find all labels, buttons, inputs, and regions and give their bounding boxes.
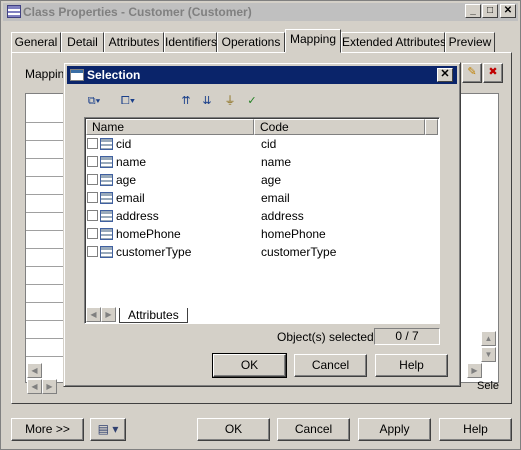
attribute-icon bbox=[100, 228, 113, 240]
tab-attributes[interactable]: Attributes bbox=[104, 32, 164, 53]
move-down-icon[interactable]: ⇊ bbox=[199, 93, 215, 109]
objects-selected-count: 0 / 7 bbox=[374, 328, 440, 345]
row-checkbox[interactable] bbox=[87, 228, 98, 239]
grid-line bbox=[26, 266, 66, 267]
tab-detail[interactable]: Detail bbox=[61, 32, 104, 53]
sheet-first-arrow[interactable]: ◀ bbox=[27, 379, 42, 394]
list-item[interactable]: address address bbox=[87, 207, 427, 225]
row-checkbox[interactable] bbox=[87, 246, 98, 257]
dialog-cancel-button[interactable]: Cancel bbox=[294, 354, 367, 377]
grid-line bbox=[26, 140, 66, 141]
grid-line bbox=[26, 122, 66, 123]
scroll-up-arrow[interactable]: ▲ bbox=[481, 331, 496, 346]
window-close-button[interactable]: ✕ bbox=[500, 4, 516, 18]
attribute-icon bbox=[100, 210, 113, 222]
scroll-left-arrow[interactable]: ◀ bbox=[27, 363, 42, 378]
dialog-titlebar: Selection ✕ bbox=[67, 66, 457, 84]
sheet-scroll-right-arrow[interactable]: ▶ bbox=[101, 307, 116, 322]
dialog-close-button[interactable]: ✕ bbox=[437, 68, 453, 82]
scroll-right-arrow[interactable]: ▶ bbox=[467, 363, 482, 378]
minimize-button[interactable]: _ bbox=[465, 4, 481, 18]
grid-line bbox=[26, 338, 66, 339]
printer-icon: ▤ ▾ bbox=[97, 422, 119, 436]
list-item[interactable]: homePhone homePhone bbox=[87, 225, 427, 243]
grid-line bbox=[26, 230, 66, 231]
more-button[interactable]: More >> bbox=[11, 418, 84, 441]
grid-line bbox=[26, 302, 66, 303]
column-header-name[interactable]: Name bbox=[86, 119, 254, 135]
column-header-code[interactable]: Code bbox=[254, 119, 425, 135]
window-titlebar: Class Properties - Customer (Customer) bbox=[3, 3, 518, 21]
properties-icon[interactable]: ✎ bbox=[462, 63, 482, 83]
attribute-icon bbox=[100, 156, 113, 168]
attributes-sheet-tab[interactable]: Attributes bbox=[119, 308, 188, 323]
delete-mapping-icon[interactable]: ✖ bbox=[483, 63, 503, 83]
ok-button[interactable]: OK bbox=[197, 418, 270, 441]
attribute-icon bbox=[100, 246, 113, 258]
grid-line bbox=[26, 320, 66, 321]
row-checkbox[interactable] bbox=[87, 192, 98, 203]
grid-line bbox=[26, 158, 66, 159]
attribute-icon bbox=[100, 192, 113, 204]
grid-line bbox=[26, 248, 66, 249]
grid-line bbox=[26, 212, 66, 213]
move-up-icon[interactable]: ⇈ bbox=[178, 93, 194, 109]
list-item[interactable]: name name bbox=[87, 153, 427, 171]
sheet-scroll-left-arrow[interactable]: ◀ bbox=[86, 307, 101, 322]
print-menu-button[interactable]: ▤ ▾ bbox=[90, 418, 126, 441]
grid-line bbox=[26, 356, 66, 357]
row-checkbox[interactable] bbox=[87, 156, 98, 167]
deselect-all-icon[interactable]: ⧠▾ bbox=[120, 93, 136, 109]
list-item[interactable]: age age bbox=[87, 171, 427, 189]
tab-operations[interactable]: Operations bbox=[217, 32, 285, 53]
filter-icon[interactable]: ⏚ bbox=[222, 93, 238, 109]
attribute-icon bbox=[100, 138, 113, 150]
help-button[interactable]: Help bbox=[439, 418, 512, 441]
grid-line bbox=[26, 194, 66, 195]
grid-line bbox=[26, 176, 66, 177]
window-icon bbox=[70, 69, 84, 81]
dialog-title: Selection bbox=[87, 68, 141, 82]
tab-preview[interactable]: Preview bbox=[445, 32, 495, 53]
row-checkbox[interactable] bbox=[87, 138, 98, 149]
window-title: Class Properties - Customer (Customer) bbox=[23, 5, 252, 19]
maximize-button[interactable]: □ bbox=[482, 4, 498, 18]
selection-sheet-tab[interactable]: Sele bbox=[477, 380, 499, 392]
list-item[interactable]: customerType customerType bbox=[87, 243, 427, 261]
row-checkbox[interactable] bbox=[87, 174, 98, 185]
check-filter-icon[interactable]: ✓ bbox=[244, 93, 260, 109]
sheet-next-arrow[interactable]: ▶ bbox=[42, 379, 57, 394]
tab-extended-attributes[interactable]: Extended Attributes bbox=[341, 32, 446, 53]
row-checkbox[interactable] bbox=[87, 210, 98, 221]
list-item[interactable]: email email bbox=[87, 189, 427, 207]
cancel-button[interactable]: Cancel bbox=[277, 418, 350, 441]
class-icon bbox=[7, 5, 21, 18]
dialog-help-button[interactable]: Help bbox=[375, 354, 448, 377]
tab-mapping[interactable]: Mapping bbox=[285, 29, 341, 53]
dialog-ok-button[interactable]: OK bbox=[212, 353, 287, 378]
list-item[interactable]: cid cid bbox=[87, 135, 427, 153]
objects-selected-label: Object(s) selected: bbox=[277, 330, 378, 344]
grid-line bbox=[26, 284, 66, 285]
tab-general[interactable]: General bbox=[11, 32, 61, 53]
column-header-blank bbox=[425, 119, 438, 135]
select-all-icon[interactable]: ⧉▾ bbox=[86, 93, 102, 109]
tab-identifiers[interactable]: Identifiers bbox=[164, 32, 217, 53]
attribute-icon bbox=[100, 174, 113, 186]
scroll-down-arrow[interactable]: ▼ bbox=[481, 347, 496, 362]
apply-button[interactable]: Apply bbox=[358, 418, 431, 441]
